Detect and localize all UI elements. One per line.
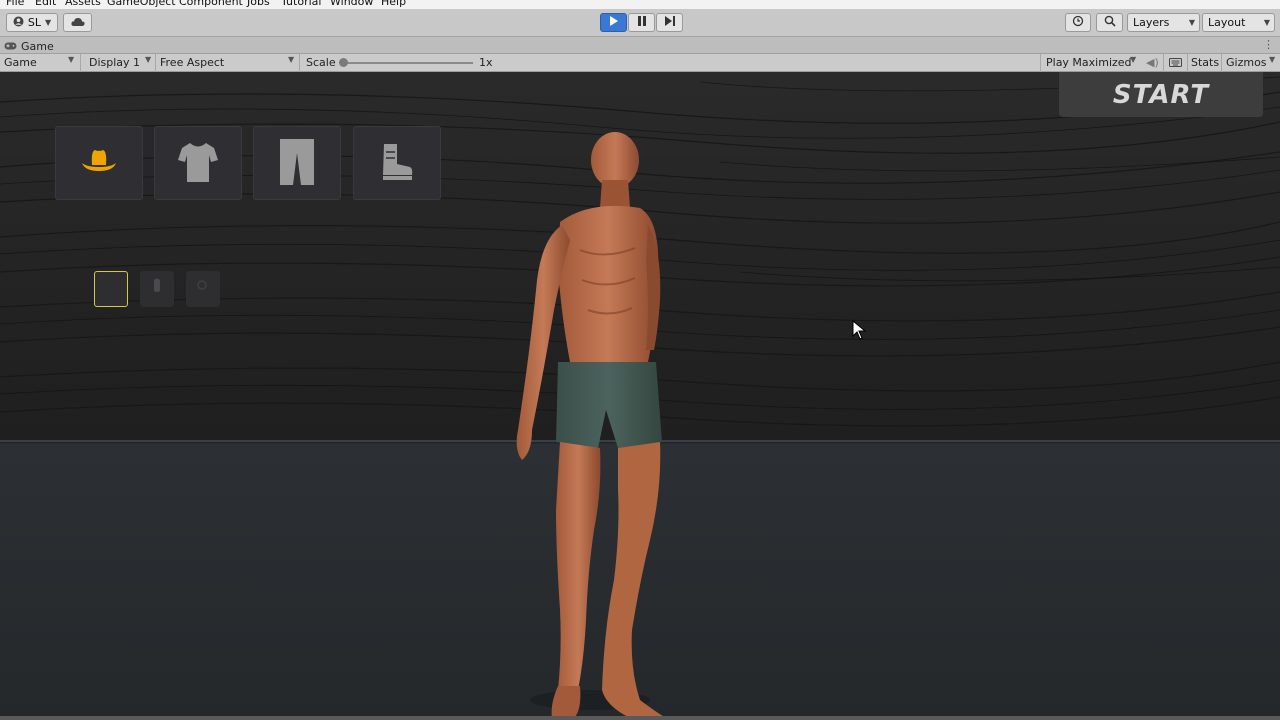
history-icon: [1072, 15, 1084, 30]
game-viewport[interactable]: START: [0, 72, 1280, 720]
character-model[interactable]: [470, 130, 710, 720]
menu-file[interactable]: File: [6, 0, 24, 8]
menu-help[interactable]: Help: [381, 0, 406, 8]
menu-assets[interactable]: Assets: [65, 0, 101, 8]
shirt-icon: [176, 140, 220, 187]
more-options-icon[interactable]: ⋮: [1263, 38, 1274, 51]
stats-toggle[interactable]: Stats: [1191, 55, 1219, 71]
layout-label: Layout: [1208, 16, 1246, 29]
mute-audio-icon[interactable]: ◀): [1146, 55, 1159, 71]
step-icon: [664, 16, 675, 29]
account-label: SL: [27, 16, 41, 29]
scale-label: Scale: [306, 56, 336, 69]
chevron-down-icon: ▼: [68, 55, 75, 64]
pause-icon: [637, 16, 646, 29]
pause-button[interactable]: [628, 13, 655, 32]
window-tab-bar: Game ⋮: [0, 37, 1280, 54]
game-view-toolbar: Game ▼ Display 1 ▼ Free Aspect ▼ Scale 1…: [0, 54, 1280, 72]
menu-jobs[interactable]: Jobs: [247, 0, 270, 8]
scale-value: 1x: [479, 56, 493, 69]
history-button[interactable]: [1065, 13, 1091, 32]
layers-label: Layers: [1133, 16, 1170, 29]
menu-component[interactable]: Component: [179, 0, 243, 8]
divider: [155, 54, 156, 72]
account-dropdown[interactable]: SL ▼: [6, 13, 58, 32]
search-button[interactable]: [1096, 13, 1123, 32]
layout-dropdown[interactable]: Layout ▼: [1202, 13, 1275, 32]
item-slot[interactable]: [186, 271, 220, 307]
mouse-cursor-icon: [852, 320, 866, 340]
divider: [1163, 54, 1164, 72]
chevron-down-icon: ▼: [1130, 55, 1137, 64]
gizmos-toggle[interactable]: Gizmos: [1226, 55, 1267, 71]
divider: [80, 54, 81, 72]
boot-icon: [379, 142, 415, 185]
menu-edit[interactable]: Edit: [35, 0, 56, 8]
chevron-down-icon: ▼: [1269, 55, 1276, 64]
start-button[interactable]: START: [1059, 72, 1263, 117]
divider: [299, 54, 300, 72]
account-icon: [13, 16, 24, 30]
scale-slider-track[interactable]: [343, 62, 473, 64]
cloud-icon: [70, 16, 85, 29]
pants-icon: [277, 137, 317, 190]
start-label: START: [1112, 79, 1210, 110]
play-icon: [609, 16, 618, 29]
menu-bar: File Edit Assets GameObject Component Jo…: [0, 0, 1280, 9]
chevron-down-icon: ▼: [44, 18, 52, 27]
aspect-dropdown[interactable]: Free Aspect: [160, 55, 224, 71]
chevron-down-icon: ▼: [1263, 18, 1270, 27]
divider: [1221, 54, 1222, 72]
play-mode-dropdown[interactable]: Play Maximized: [1046, 55, 1132, 71]
play-button[interactable]: [600, 13, 627, 32]
tab-label: Game: [21, 39, 54, 53]
pants-category-button[interactable]: [253, 126, 341, 200]
item-slot-selected[interactable]: [94, 271, 128, 307]
chevron-down-icon: ▼: [145, 55, 152, 64]
hat-icon: [81, 147, 117, 180]
menu-window[interactable]: Window: [330, 0, 373, 8]
tab-game[interactable]: Game: [4, 38, 54, 54]
divider: [1187, 54, 1188, 72]
layers-dropdown[interactable]: Layers ▼: [1127, 13, 1200, 32]
status-strip: [0, 716, 1280, 720]
menu-gameobject[interactable]: GameObject: [107, 0, 176, 8]
chevron-down-icon: ▼: [288, 55, 295, 64]
mode-dropdown[interactable]: Game: [4, 55, 37, 71]
boots-category-button[interactable]: [353, 126, 441, 200]
gamepad-icon: [4, 40, 17, 53]
display-dropdown[interactable]: Display 1: [89, 55, 140, 71]
divider: [1040, 54, 1041, 72]
step-button[interactable]: [656, 13, 683, 32]
cloud-button[interactable]: [63, 13, 92, 32]
chevron-down-icon: ▼: [1188, 18, 1195, 27]
keyboard-icon[interactable]: [1169, 55, 1182, 71]
ring-icon: [186, 280, 220, 310]
item-slot[interactable]: [140, 271, 174, 307]
hat-category-button[interactable]: [55, 126, 143, 200]
menu-tutorial[interactable]: Tutorial: [281, 0, 321, 8]
hand-icon: [140, 278, 174, 310]
shirt-category-button[interactable]: [154, 126, 242, 200]
scale-slider-handle[interactable]: [339, 58, 348, 67]
search-icon: [1104, 15, 1116, 30]
main-toolbar: SL ▼ Layers ▼ Layout ▼: [0, 9, 1280, 37]
